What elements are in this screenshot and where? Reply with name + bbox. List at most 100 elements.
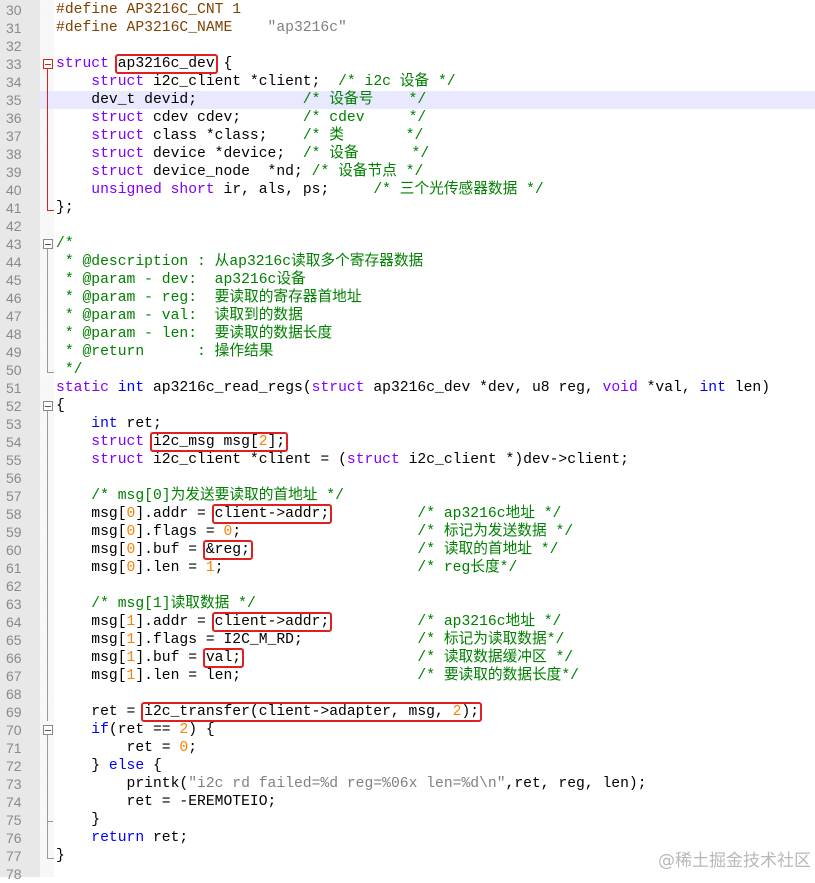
code-line[interactable]: 62 [0, 577, 815, 595]
code-line[interactable]: 70 if(ret == 2) { [0, 721, 815, 739]
keyword-token: struct [311, 380, 365, 396]
code-text: /* [56, 235, 74, 253]
code-line[interactable]: 75 } [0, 811, 815, 829]
code-line[interactable]: 56 [0, 469, 815, 487]
comment-token: /* [56, 236, 74, 252]
code-line[interactable]: 40 unsigned short ir, als, ps; /* 三个光传感器… [0, 181, 815, 199]
fold-toggle-icon[interactable] [40, 721, 54, 739]
line-number: 42 [6, 218, 22, 234]
code-line[interactable]: 54 struct i2c_msg msg[2]; [0, 432, 815, 452]
fold-guide [40, 379, 54, 397]
code-line[interactable]: 61 msg[0].len = 1; /* reg长度*/ [0, 559, 815, 577]
fold-guide [40, 739, 54, 757]
code-line[interactable]: 47 * @param - val: 读取到的数据 [0, 307, 815, 325]
code-token: msg[ [56, 524, 127, 540]
code-line[interactable]: 45 * @param - dev: ap3216c设备 [0, 271, 815, 289]
fold-toggle-icon[interactable] [40, 55, 54, 73]
fold-guide [40, 1, 54, 19]
line-number: 69 [6, 704, 22, 720]
code-lines[interactable]: 30 #define AP3216C_CNT 1 31 #define AP3216C… [0, 1, 815, 883]
code-line[interactable]: 33 struct ap3216c_dev { [0, 54, 815, 74]
code-line[interactable]: 72 } else { [0, 757, 815, 775]
code-line[interactable]: 41}; [0, 199, 815, 217]
code-line[interactable]: 68 [0, 685, 815, 703]
code-token: ap3216c_dev [117, 56, 215, 72]
code-line[interactable]: 65 msg[1].flags = I2C_M_RD; /* 标记为读取数据*/ [0, 631, 815, 649]
code-line[interactable]: 55 struct i2c_client *client = (struct i… [0, 451, 815, 469]
code-line[interactable]: 51 static int ap3216c_read_regs(struct ap… [0, 379, 815, 397]
code-token: dev_t devid; [56, 92, 303, 108]
code-token: ; [214, 560, 418, 576]
code-text: struct i2c_client *client = (struct i2c_… [56, 451, 629, 469]
code-line[interactable]: 53 int ret; [0, 415, 815, 433]
keyword-token: struct [56, 56, 109, 72]
code-line[interactable]: 64 msg[1].addr = client->addr; /* ap3216… [0, 612, 815, 632]
comment-token: /* msg[0]为发送要读取的首地址 */ [91, 488, 344, 504]
fold-guide [40, 433, 54, 451]
code-line[interactable]: 52 { [0, 397, 815, 415]
code-line[interactable]: 46 * @param - reg: 要读取的寄存器首地址 [0, 289, 815, 307]
code-line[interactable]: 32 [0, 37, 815, 55]
number-token: 2 [258, 434, 268, 450]
code-text: struct i2c_client *client; /* i2c 设备 */ [56, 73, 456, 91]
fold-guide [40, 109, 54, 127]
code-line[interactable]: 44 * @description : 从ap3216c读取多个寄存器数据 [0, 253, 815, 271]
highlight-box: client->addr; [211, 612, 333, 632]
code-line[interactable]: 39 struct device_node *nd; /* 设备节点 */ [0, 163, 815, 181]
code-line[interactable]: 42 [0, 217, 815, 235]
fold-toggle-icon[interactable] [40, 235, 54, 253]
instruction-token: int [91, 416, 118, 432]
code-text: static int ap3216c_read_regs(struct ap32… [56, 379, 770, 397]
code-text: struct device *device; /* 设备 */ [56, 145, 429, 163]
code-line[interactable]: 67 msg[1].len = len; /* 要读取的数据长度*/ [0, 667, 815, 685]
keyword-token: struct [91, 146, 145, 162]
code-line[interactable]: 58 msg[0].addr = client->addr; /* ap3216… [0, 504, 815, 524]
code-line-current[interactable]: 35 dev_t devid; /* 设备号 */ [0, 91, 815, 109]
code-line[interactable]: 63 /* msg[1]读取数据 */ [0, 595, 815, 613]
code-line[interactable]: 30 #define AP3216C_CNT 1 [0, 1, 815, 19]
code-line[interactable]: 57 /* msg[0]为发送要读取的首地址 */ [0, 487, 815, 505]
code-line[interactable]: 69 ret = i2c_transfer(client->adapter, m… [0, 702, 815, 722]
comment-token: * @description : 从ap3216c读取多个寄存器数据 [56, 254, 424, 270]
comment-token: * @return : 操作结果 [56, 344, 274, 360]
code-line[interactable]: 66 msg[1].buf = val; /* 读取数据缓冲区 */ [0, 648, 815, 668]
code-line[interactable]: 76 return ret; [0, 829, 815, 847]
code-text: }; [56, 199, 74, 217]
code-token: ) { [188, 722, 215, 738]
code-line[interactable]: 43 /* [0, 235, 815, 253]
code-line[interactable]: 38 struct device *device; /* 设备 */ [0, 145, 815, 163]
code-text: struct device_node *nd; /* 设备节点 */ [56, 163, 423, 181]
code-line[interactable]: 49 * @return : 操作结果 [0, 343, 815, 361]
line-number: 39 [6, 164, 22, 180]
code-line[interactable]: 37 struct class *class; /* 类 */ [0, 127, 815, 145]
code-line[interactable]: 60 msg[0].buf = &reg; /* 读取的首地址 */ [0, 540, 815, 560]
fold-toggle-icon[interactable] [40, 397, 54, 415]
preprocessor-token: #define AP3216C_NAME [56, 20, 268, 36]
code-text: } [56, 847, 65, 865]
code-text: if(ret == 2) { [56, 721, 215, 739]
highlight-box: ap3216c_dev [114, 54, 218, 74]
code-line[interactable]: 50 */ [0, 361, 815, 379]
code-line[interactable]: 74 ret = -EREMOTEIO; [0, 793, 815, 811]
line-number: 30 [6, 2, 22, 18]
fold-guide [40, 577, 54, 595]
comment-token: /* i2c 设备 */ [338, 74, 456, 90]
code-line[interactable]: 59 msg[0].flags = 0; /* 标记为发送数据 */ [0, 523, 815, 541]
fold-guide [40, 829, 54, 847]
code-line[interactable]: 71 ret = 0; [0, 739, 815, 757]
code-line[interactable]: 31 #define AP3216C_NAME "ap3216c" [0, 19, 815, 37]
code-line[interactable]: 73 printk("i2c rd failed=%d reg=%06x len… [0, 775, 815, 793]
code-line[interactable]: 36 struct cdev cdev; /* cdev */ [0, 109, 815, 127]
code-editor[interactable]: 30 #define AP3216C_CNT 1 31 #define AP3216C… [0, 0, 815, 882]
number-token: 2 [179, 722, 189, 738]
code-line[interactable]: 48 * @param - len: 要读取的数据长度 [0, 325, 815, 343]
comment-token: * @param - val: 读取到的数据 [56, 308, 303, 324]
fold-guide [40, 217, 54, 235]
code-line[interactable]: 34 struct i2c_client *client; /* i2c 设备 … [0, 73, 815, 91]
code-token: msg[ [56, 632, 127, 648]
